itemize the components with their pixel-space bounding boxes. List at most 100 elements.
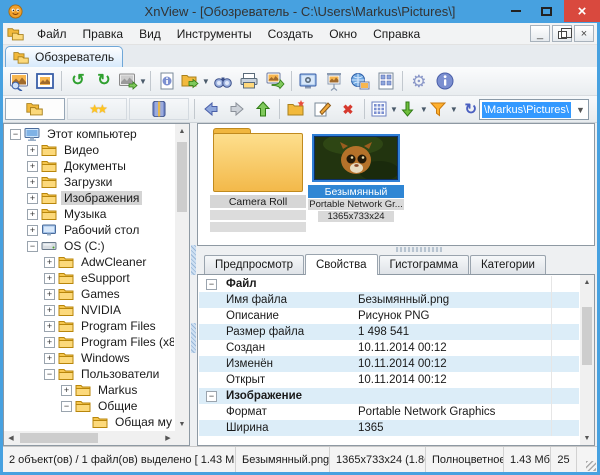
about-button[interactable] — [432, 69, 458, 93]
address-combobox[interactable]: \Markus\Pictures\ ▼ — [479, 99, 589, 120]
menu-item-6[interactable]: Справка — [365, 24, 428, 44]
expand-icon[interactable]: + — [27, 161, 38, 172]
tree-horizontal-scrollbar[interactable]: ◀ ▶ — [4, 431, 175, 445]
mdi-close-button[interactable]: × — [574, 25, 594, 42]
scroll-up-icon[interactable]: ▲ — [175, 124, 189, 138]
rotate-right-button[interactable]: ↻ — [91, 69, 117, 93]
tree-item-18[interactable]: Общая му — [6, 414, 174, 430]
rotate-left-button[interactable]: ↺ — [65, 69, 91, 93]
filter-button[interactable]: ▼ — [428, 97, 458, 121]
tree-item-16[interactable]: +Markus — [6, 382, 174, 398]
tree-vertical-scrollbar[interactable]: ▲ ▼ — [175, 124, 189, 431]
web-export-button[interactable] — [347, 69, 373, 93]
tree-vscroll-thumb[interactable] — [177, 142, 187, 212]
collapse-icon[interactable]: − — [27, 241, 38, 252]
batch-convert-button[interactable] — [262, 69, 288, 93]
expand-icon[interactable]: + — [44, 353, 55, 364]
horizontal-splitter[interactable] — [197, 246, 595, 253]
splitter-collapse-handle[interactable] — [191, 323, 196, 353]
slideshow-button[interactable] — [321, 69, 347, 93]
scroll-up-icon[interactable]: ▲ — [580, 275, 594, 289]
edit-button[interactable] — [309, 97, 335, 121]
collapse-icon[interactable]: − — [61, 401, 72, 412]
convert-button[interactable]: ▼ — [117, 69, 147, 93]
tab-histogram[interactable]: Гистограмма — [379, 255, 469, 274]
collapse-icon[interactable]: − — [206, 279, 217, 290]
properties-vscroll-thumb[interactable] — [582, 307, 592, 365]
expand-icon[interactable]: + — [44, 273, 55, 284]
expand-icon[interactable]: + — [27, 177, 38, 188]
forward-button[interactable] — [224, 97, 250, 121]
expand-icon[interactable]: + — [44, 305, 55, 316]
menu-item-5[interactable]: Окно — [321, 24, 365, 44]
expand-icon[interactable]: + — [27, 145, 38, 156]
menu-item-0[interactable]: Файл — [29, 24, 75, 44]
collapse-icon[interactable]: − — [10, 129, 21, 140]
fullscreen-button[interactable] — [32, 69, 58, 93]
scroll-right-icon[interactable]: ▶ — [161, 431, 175, 445]
tree-item-13[interactable]: +Program Files (x86 — [6, 334, 174, 350]
maximize-button[interactable] — [532, 0, 560, 22]
scroll-down-icon[interactable]: ▼ — [580, 431, 594, 445]
tab-browser[interactable]: Обозреватель — [5, 46, 123, 67]
expand-icon[interactable]: + — [27, 209, 38, 220]
file-info-button[interactable] — [154, 69, 180, 93]
folders-button[interactable] — [5, 98, 65, 120]
tab-preview[interactable]: Предпросмотр — [204, 255, 304, 274]
up-button[interactable] — [250, 97, 276, 121]
delete-button[interactable]: ✖ — [335, 97, 361, 121]
tree-item-5[interactable]: +Музыка — [6, 206, 174, 222]
expand-icon[interactable]: + — [27, 225, 38, 236]
expand-icon[interactable]: + — [44, 321, 55, 332]
search-button[interactable] — [210, 69, 236, 93]
view-image-button[interactable] — [6, 69, 32, 93]
collapse-icon[interactable]: − — [44, 369, 55, 380]
sort-button[interactable]: ▼ — [398, 97, 428, 121]
print-button[interactable] — [236, 69, 262, 93]
splitter-drag-handle[interactable] — [396, 247, 442, 252]
chevron-down-icon[interactable]: ▼ — [573, 105, 588, 115]
menu-item-2[interactable]: Вид — [131, 24, 169, 44]
splitter-collapse-handle[interactable] — [191, 245, 196, 275]
tab-properties[interactable]: Свойства — [305, 254, 378, 275]
settings-button[interactable]: ⚙ — [406, 69, 432, 93]
resize-grip[interactable] — [586, 461, 596, 471]
menu-item-1[interactable]: Правка — [75, 24, 132, 44]
tree-item-0[interactable]: −Этот компьютер — [6, 126, 174, 142]
new-folder-button[interactable] — [283, 97, 309, 121]
expand-icon[interactable]: + — [44, 289, 55, 300]
tree-item-6[interactable]: +Рабочий стол — [6, 222, 174, 238]
close-button[interactable]: × — [564, 0, 600, 22]
open-with-button[interactable]: ▼ — [180, 69, 210, 93]
mdi-restore-button[interactable] — [552, 25, 572, 42]
tree-item-1[interactable]: +Видео — [6, 142, 174, 158]
categories-button[interactable] — [129, 98, 189, 120]
menu-item-3[interactable]: Инструменты — [169, 24, 260, 44]
tree-item-12[interactable]: +Program Files — [6, 318, 174, 334]
menu-item-4[interactable]: Создать — [260, 24, 322, 44]
scroll-left-icon[interactable]: ◀ — [4, 431, 18, 445]
thumbnail-image-selected[interactable]: Безымянный Portable Network Gr... 1365x7… — [308, 134, 404, 222]
contact-sheet-button[interactable] — [373, 69, 399, 93]
tab-categories[interactable]: Категории — [470, 255, 546, 274]
vertical-splitter[interactable] — [190, 123, 197, 446]
tree-item-14[interactable]: +Windows — [6, 350, 174, 366]
group-expander[interactable]: − — [199, 391, 224, 402]
thumbnail-camera-roll[interactable]: Camera Roll — [210, 128, 306, 232]
group-expander[interactable]: − — [199, 279, 224, 290]
properties-vertical-scrollbar[interactable]: ▲ ▼ — [580, 275, 594, 445]
mdi-minimize-button[interactable]: _ — [530, 25, 550, 42]
tree-item-11[interactable]: +NVIDIA — [6, 302, 174, 318]
tree-item-8[interactable]: +AdwCleaner — [6, 254, 174, 270]
minimize-button[interactable] — [502, 0, 530, 22]
expand-icon[interactable]: + — [44, 337, 55, 348]
screen-capture-button[interactable] — [295, 69, 321, 93]
tree-item-2[interactable]: +Документы — [6, 158, 174, 174]
expand-icon[interactable]: + — [27, 193, 38, 204]
collapse-icon[interactable]: − — [206, 391, 217, 402]
tree-item-3[interactable]: +Загрузки — [6, 174, 174, 190]
tree-item-4[interactable]: +Изображения — [6, 190, 174, 206]
back-button[interactable] — [198, 97, 224, 121]
tree-item-15[interactable]: −Пользователи — [6, 366, 174, 382]
favorites-button[interactable]: ★★ — [67, 98, 127, 120]
